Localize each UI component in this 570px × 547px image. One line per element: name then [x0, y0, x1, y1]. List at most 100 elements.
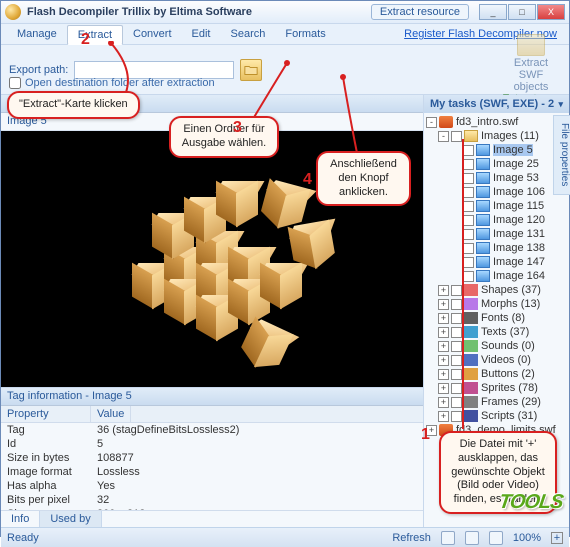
tag-panel-title: Tag information - Image 5	[1, 388, 423, 406]
tree-item[interactable]: Image 53	[426, 171, 567, 185]
tree-item[interactable]: Image 120	[426, 213, 567, 227]
tree-checkbox[interactable]	[451, 327, 462, 338]
tree-checkbox[interactable]	[451, 131, 462, 142]
tree-item[interactable]: Image 25	[426, 157, 567, 171]
tree-expander-icon[interactable]: +	[438, 355, 449, 366]
tree-item[interactable]: +Sprites (78)	[426, 381, 567, 395]
tree-item[interactable]: +Videos (0)	[426, 353, 567, 367]
table-row[interactable]: Tag36 (stagDefineBitsLossless2)	[1, 423, 423, 437]
tree-checkbox[interactable]	[451, 383, 462, 394]
tree-label: Scripts (31)	[481, 410, 537, 422]
tree-item[interactable]: + Sounds (0)	[426, 339, 567, 353]
tree-checkbox[interactable]	[463, 243, 474, 254]
tab-used-by[interactable]: Used by	[40, 511, 101, 527]
menu-formats[interactable]: Formats	[275, 25, 335, 43]
menu-convert[interactable]: Convert	[123, 25, 182, 43]
table-row[interactable]: Image formatLossless	[1, 465, 423, 479]
zoom-plus-icon[interactable]: +	[551, 532, 563, 544]
status-icon-1[interactable]	[441, 531, 455, 545]
tree-expander-icon[interactable]: +	[438, 411, 449, 422]
tree-expander-icon[interactable]: -	[438, 131, 449, 142]
tree-checkbox[interactable]	[451, 285, 462, 296]
col-property[interactable]: Property	[1, 406, 91, 422]
tree-item[interactable]: Image 106	[426, 185, 567, 199]
tree-item[interactable]: Image 138	[426, 241, 567, 255]
menu-manage[interactable]: Manage	[7, 25, 67, 43]
extract-swf-icon	[517, 34, 545, 56]
zoom-level[interactable]: 100%	[513, 532, 541, 544]
browse-folder-button[interactable]	[240, 59, 262, 81]
tree-item[interactable]: + Scripts (31)	[426, 409, 567, 423]
tree-item[interactable]: +Fonts (8)	[426, 311, 567, 325]
file-properties-tab[interactable]: File properties	[553, 115, 570, 195]
img-icon	[476, 158, 490, 170]
table-row[interactable]: Id5	[1, 437, 423, 451]
tree-expander-icon[interactable]: -	[426, 117, 437, 128]
tasks-menu-icon[interactable]: ▾	[558, 99, 563, 110]
minimize-button[interactable]: _	[479, 4, 507, 20]
tree-item[interactable]: +Texts (37)	[426, 325, 567, 339]
tree-checkbox[interactable]	[451, 313, 462, 324]
tree-item[interactable]: +Shapes (37)	[426, 283, 567, 297]
tree-expander-icon[interactable]: +	[438, 383, 449, 394]
tree-item[interactable]: Image 131	[426, 227, 567, 241]
tree-expander-icon[interactable]: +	[438, 397, 449, 408]
tree-checkbox[interactable]	[463, 173, 474, 184]
menu-extract[interactable]: Extract	[67, 25, 123, 45]
table-row[interactable]: Has alphaYes	[1, 479, 423, 493]
tree-label: Sounds (0)	[481, 340, 535, 352]
tree-checkbox[interactable]	[463, 145, 474, 156]
tree-label: Image 5	[493, 144, 533, 156]
tree-item[interactable]: -Images (11)	[426, 129, 567, 143]
annotation-number-2: 2	[81, 31, 90, 49]
status-icon-3[interactable]	[489, 531, 503, 545]
statusbar: Ready Refresh 100% +	[1, 527, 569, 547]
titlebar: Flash Decompiler Trillix by Eltima Softw…	[1, 1, 569, 23]
tree-expander-icon[interactable]: +	[438, 313, 449, 324]
col-value[interactable]: Value	[91, 406, 131, 422]
tree-item[interactable]: Image 115	[426, 199, 567, 213]
tree-checkbox[interactable]	[451, 341, 462, 352]
tree-expander-icon[interactable]: +	[438, 341, 449, 352]
tree-checkbox[interactable]	[463, 201, 474, 212]
tree-expander-icon[interactable]: +	[438, 299, 449, 310]
tag-information-panel: Tag information - Image 5 Property Value…	[1, 387, 423, 527]
sound-icon	[464, 340, 478, 352]
tree-item[interactable]: -fd3_intro.swf	[426, 115, 567, 129]
tree-item[interactable]: +Frames (29)	[426, 395, 567, 409]
close-button[interactable]: X	[537, 4, 565, 20]
tree-checkbox[interactable]	[463, 159, 474, 170]
tree-checkbox[interactable]	[463, 271, 474, 282]
tree-checkbox[interactable]	[451, 397, 462, 408]
open-destination-checkbox[interactable]	[9, 77, 21, 89]
tree-checkbox[interactable]	[463, 229, 474, 240]
table-row[interactable]: Bits per pixel32	[1, 493, 423, 507]
menu-edit[interactable]: Edit	[182, 25, 221, 43]
tree-expander-icon[interactable]: +	[438, 285, 449, 296]
tree-checkbox[interactable]	[463, 187, 474, 198]
tree-item[interactable]: +Buttons (2)	[426, 367, 567, 381]
tree-item[interactable]: Image 5	[426, 143, 567, 157]
tree-expander-icon[interactable]: +	[438, 327, 449, 338]
menu-search[interactable]: Search	[221, 25, 276, 43]
tree-item[interactable]: Image 164	[426, 269, 567, 283]
tree-checkbox[interactable]	[451, 299, 462, 310]
export-path-input[interactable]	[74, 61, 234, 79]
open-destination-label: Open destination folder after extraction	[25, 77, 215, 89]
tree-checkbox[interactable]	[463, 257, 474, 268]
fold-icon	[464, 130, 478, 142]
status-icon-2[interactable]	[465, 531, 479, 545]
tree-item[interactable]: +Morphs (13)	[426, 297, 567, 311]
table-row[interactable]: Size in bytes108877	[1, 451, 423, 465]
maximize-button[interactable]: □	[508, 4, 536, 20]
tab-info[interactable]: Info	[1, 511, 40, 527]
extract-resource-pill[interactable]: Extract resource	[371, 4, 469, 20]
tree-checkbox[interactable]	[451, 369, 462, 380]
tree-checkbox[interactable]	[451, 355, 462, 366]
tree-checkbox[interactable]	[451, 411, 462, 422]
tree-item[interactable]: Image 147	[426, 255, 567, 269]
tree-expander-icon[interactable]: +	[438, 369, 449, 380]
refresh-link[interactable]: Refresh	[392, 532, 431, 544]
script-icon	[464, 410, 478, 422]
tree-checkbox[interactable]	[463, 215, 474, 226]
